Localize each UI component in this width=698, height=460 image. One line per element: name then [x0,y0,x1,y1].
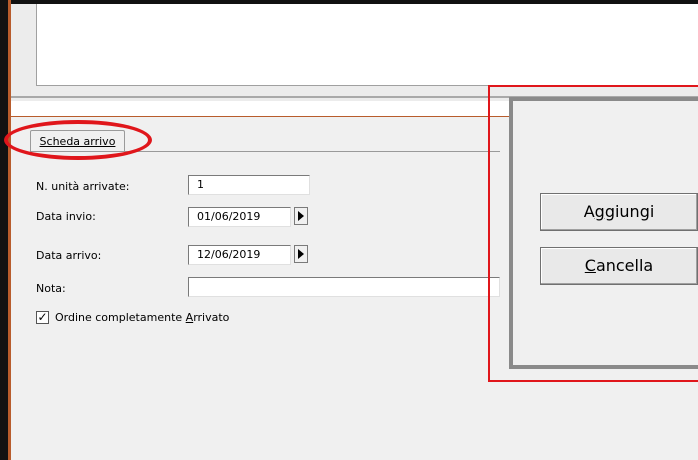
tab-scheda-arrivo[interactable]: Scheda arrivo [30,130,125,152]
add-label-start: A [583,202,595,221]
arrived-checkbox-label[interactable]: Ordine completamente Arrivato [55,311,229,325]
units-field[interactable]: 1 [188,175,310,195]
arrival-date-field[interactable]: 12/06/2019 [188,245,291,265]
play-arrow-icon [298,211,304,221]
send-date-label: Data invio: [36,210,96,223]
note-field[interactable] [188,277,500,297]
cancel-label-end: ancella [595,256,654,275]
check-icon: ✓ [37,310,48,324]
add-label-end: giungi [604,202,655,221]
cancel-label-accel: C [584,256,596,275]
add-label-accel: g [594,202,605,221]
send-date-picker-button[interactable] [294,207,308,225]
cancel-button[interactable]: Cancella [540,247,698,285]
arrival-date-picker-button[interactable] [294,245,308,263]
tab-divider [30,151,500,152]
checkbox-label-text-end: rrivato [193,311,230,324]
window-frame-left [0,0,8,460]
arrival-date-label: Data arrivo: [36,249,102,262]
add-button[interactable]: Aggiungi [540,193,698,231]
send-date-field[interactable]: 01/06/2019 [188,207,291,227]
top-text-panel[interactable] [36,4,698,86]
note-label: Nota: [36,282,66,295]
checkbox-label-text: Ordine completamente [55,311,186,324]
tab-label: Scheda arrivo [39,135,116,148]
units-label: N. unità arrivate: [36,180,130,193]
arrived-checkbox[interactable]: ✓ [36,311,49,324]
play-arrow-icon [298,249,304,259]
action-button-group [509,97,698,369]
